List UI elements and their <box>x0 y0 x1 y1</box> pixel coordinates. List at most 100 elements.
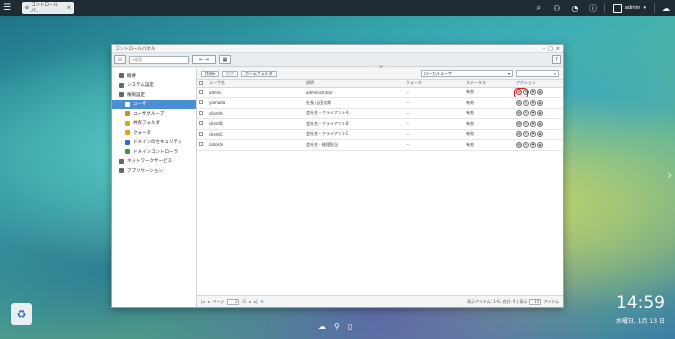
taskbar-tab[interactable]: ⚙ コントロールパ... × <box>22 2 74 14</box>
info-icon[interactable]: ⓘ <box>584 0 602 16</box>
recycle-bin-icon[interactable]: ♻ <box>11 303 32 325</box>
sidebar-item-7[interactable]: ドメインのセキュリティ <box>112 138 196 148</box>
row-username: clientA <box>207 108 304 119</box>
sidebar-item-label: ネットワークサービス <box>127 159 172 165</box>
sidebar-item-3[interactable]: ユーザ <box>112 99 196 109</box>
col-status[interactable]: ステータス <box>464 80 514 88</box>
minimize-icon[interactable]: – <box>543 46 546 52</box>
edit-app-permission-icon[interactable]: ◉ <box>537 131 543 138</box>
edit-folder-permission-icon[interactable]: ⚑ <box>530 89 536 96</box>
row-checkbox[interactable] <box>197 108 207 119</box>
table-row[interactable]: satoshi 会社名・経理担当 -- 有効 ▤ ✎ ⚑ ◉ <box>197 139 563 151</box>
sidebar-item-9[interactable]: ネットワークサービス <box>112 157 196 167</box>
home-icon[interactable]: ▭ <box>114 55 126 64</box>
menu-icon[interactable]: ☰ <box>0 0 14 16</box>
cloud-icon[interactable]: ☁ <box>657 0 675 16</box>
first-page-icon[interactable]: |◂ <box>201 299 204 304</box>
table-row[interactable]: clientB 会社名・クライアントB -- 有効 ▤ ✎ ⚑ ◉ <box>197 118 563 130</box>
sidebar-item-5[interactable]: 共有フォルダ <box>112 119 196 129</box>
edit-app-permission-icon[interactable]: ◉ <box>537 110 543 117</box>
table-row[interactable]: clientA 会社名・クライアントA -- 有効 ▤ ✎ ⚑ ◉ <box>197 108 563 119</box>
refresh-icon[interactable]: ↻ <box>261 299 264 304</box>
row-username: admin <box>207 87 304 98</box>
edit-app-permission-icon[interactable]: ◉ <box>537 141 543 148</box>
edit-app-permission-icon[interactable]: ◉ <box>537 120 543 127</box>
row-checkbox[interactable] <box>197 139 207 151</box>
edit-app-permission-icon[interactable]: ◉ <box>537 89 543 96</box>
edit-folder-permission-icon[interactable]: ⚑ <box>530 110 536 117</box>
edit-group-icon[interactable]: ✎ <box>523 99 529 106</box>
row-actions: ▤✎⚑◉ <box>514 97 563 109</box>
chevron-right-icon[interactable]: › <box>667 168 672 182</box>
edit-account-icon[interactable]: ▤ <box>516 141 522 148</box>
edit-group-icon[interactable]: ✎ <box>523 110 529 117</box>
last-page-icon[interactable]: ▸| <box>254 299 257 304</box>
sidebar-item-8[interactable]: ドメインコントローラ <box>112 147 196 157</box>
grid-icon[interactable]: ▦ <box>219 55 231 64</box>
col-description[interactable]: 説明 <box>304 80 404 88</box>
window-titlebar[interactable]: コントロールパネル – □ × <box>112 45 563 53</box>
row-checkbox[interactable] <box>197 87 207 98</box>
edit-account-icon[interactable]: ▤ <box>516 120 522 127</box>
row-quota: -- <box>404 139 464 151</box>
user-type-select[interactable]: ローカルユーザ ▾ <box>421 70 513 77</box>
sidebar-item-icon <box>119 92 124 98</box>
home-folder-button[interactable]: ホームフォルダ <box>241 70 277 77</box>
close-icon[interactable]: × <box>556 46 560 52</box>
table-row[interactable]: clientC 会社名・クライアントC -- 有効 ▤ ✎ ⚑ ◉ <box>197 129 563 140</box>
user-menu[interactable]: admin ▾ <box>607 3 652 13</box>
row-username: yamada <box>207 97 304 109</box>
row-checkbox[interactable] <box>197 129 207 140</box>
row-username: clientC <box>207 129 304 140</box>
help-button[interactable]: ? <box>552 55 561 64</box>
col-quota[interactable]: クォータ <box>404 80 464 88</box>
search-input[interactable]: ⌕ 検索 <box>129 55 189 64</box>
sidebar-item-label: ユーザグループ <box>133 111 165 117</box>
select-all-checkbox[interactable] <box>197 80 207 88</box>
taskbar-tab-label: コントロールパ... <box>31 3 59 14</box>
next-page-icon[interactable]: ▸ <box>249 299 251 304</box>
table-row[interactable]: adminadministrator--有効▤✎⚑◉ <box>197 87 563 98</box>
edit-folder-permission-icon[interactable]: ⚑ <box>530 131 536 138</box>
delete-button[interactable]: 削除 <box>222 70 239 77</box>
sidebar-item-10[interactable]: アプリケーション <box>112 166 196 176</box>
edit-folder-permission-icon[interactable]: ⚑ <box>530 99 536 106</box>
sidebar-item-0[interactable]: 概要 <box>112 71 196 81</box>
edit-account-icon[interactable]: ▤ <box>514 88 528 97</box>
book-icon[interactable]: ▯ <box>348 322 352 331</box>
edit-group-icon[interactable]: ✎ <box>523 120 529 127</box>
speedometer-icon[interactable]: ◔ <box>566 0 584 16</box>
row-actions: ▤✎⚑◉ <box>514 139 563 151</box>
sidebar-item-icon <box>119 82 124 88</box>
col-username[interactable]: ユーザ名 <box>207 80 304 88</box>
row-checkbox[interactable] <box>197 118 207 130</box>
back-forward-button[interactable]: ← → <box>192 55 216 64</box>
edit-folder-permission-icon[interactable]: ⚑ <box>530 120 536 127</box>
sidebar-item-6[interactable]: クォータ <box>112 128 196 138</box>
edit-account-icon[interactable]: ▤ <box>516 110 522 117</box>
edit-app-permission-icon[interactable]: ◉ <box>537 99 543 106</box>
search-icon[interactable]: ⌕ <box>530 0 548 16</box>
hierarchy-icon[interactable]: ⚇ <box>548 0 566 16</box>
page-input[interactable]: 1 <box>227 298 240 305</box>
edit-account-icon[interactable]: ▤ <box>516 99 522 106</box>
edit-group-icon[interactable]: ✎ <box>523 141 529 148</box>
table-row[interactable]: yamada 社長 山田太郎 -- 有効 ▤ ✎ ⚑ ◉ <box>197 97 563 109</box>
sidebar-item-2[interactable]: 権限設定 <box>112 90 196 100</box>
edit-group-icon[interactable]: ✎ <box>523 131 529 138</box>
edit-account-icon[interactable]: ▤ <box>516 131 522 138</box>
per-page-select[interactable]: 10 <box>529 298 542 305</box>
prev-page-icon[interactable]: ◂ <box>207 299 209 304</box>
row-checkbox[interactable] <box>197 97 207 109</box>
create-button[interactable]: 作成 ▾ <box>201 70 220 77</box>
maximize-icon[interactable]: □ <box>548 46 553 52</box>
user-search-input[interactable]: ⌕ <box>516 70 559 77</box>
sidebar-item-label: 権限設定 <box>127 92 145 98</box>
cloud-icon[interactable]: ☁ <box>318 322 326 331</box>
link-icon[interactable]: ⚲ <box>334 322 340 331</box>
sidebar-item-label: 概要 <box>127 73 136 79</box>
sidebar-item-4[interactable]: ユーザグループ <box>112 109 196 119</box>
close-icon[interactable]: × <box>67 5 71 11</box>
sidebar-item-1[interactable]: システム設定 <box>112 81 196 91</box>
edit-folder-permission-icon[interactable]: ⚑ <box>530 141 536 148</box>
